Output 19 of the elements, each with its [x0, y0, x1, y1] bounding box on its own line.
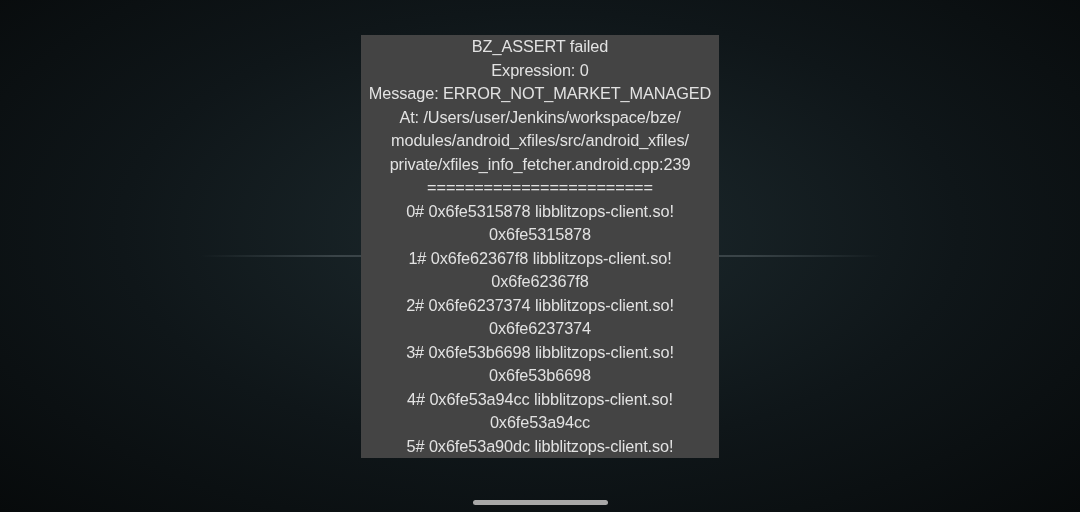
error-line: BZ_ASSERT failed — [471, 36, 609, 57]
error-line: ======================== — [427, 177, 653, 198]
error-line: 0x6fe62367f8 — [491, 271, 589, 292]
error-line: private/xfiles_info_fetcher.android.cpp:239 — [389, 153, 691, 175]
error-line: 2# 0x6fe6237374 libblitzops-client.so! — [406, 294, 674, 316]
error-line: 0x6fe6237374 — [489, 318, 591, 339]
error-line: 5# 0x6fe53a90dc libblitzops-client.so! — [406, 435, 674, 457]
home-indicator[interactable] — [472, 500, 608, 505]
error-line: 4# 0x6fe53a94cc libblitzops-client.so! — [407, 388, 673, 410]
error-line: At: /Users/user/Jenkins/workspace/bze/ — [399, 106, 681, 128]
error-line: 0# 0x6fe5315878 libblitzops-client.so! — [406, 200, 674, 222]
error-line: 1# 0x6fe62367f8 libblitzops-client.so! — [408, 247, 672, 269]
error-line: 0x6fe53a94cc — [489, 412, 591, 433]
error-line: modules/android_xfiles/src/android_xfiles/ — [390, 130, 690, 151]
error-line: 0x6fe5315878 — [489, 224, 591, 245]
error-line: Message: ERROR_NOT_MARKET_MANAGED — [368, 83, 712, 104]
error-line: Expression: 0 — [491, 59, 589, 81]
error-line: 0x6fe53b6698 — [489, 365, 591, 386]
error-line: 3# 0x6fe53b6698 libblitzops-client.so! — [406, 341, 674, 363]
